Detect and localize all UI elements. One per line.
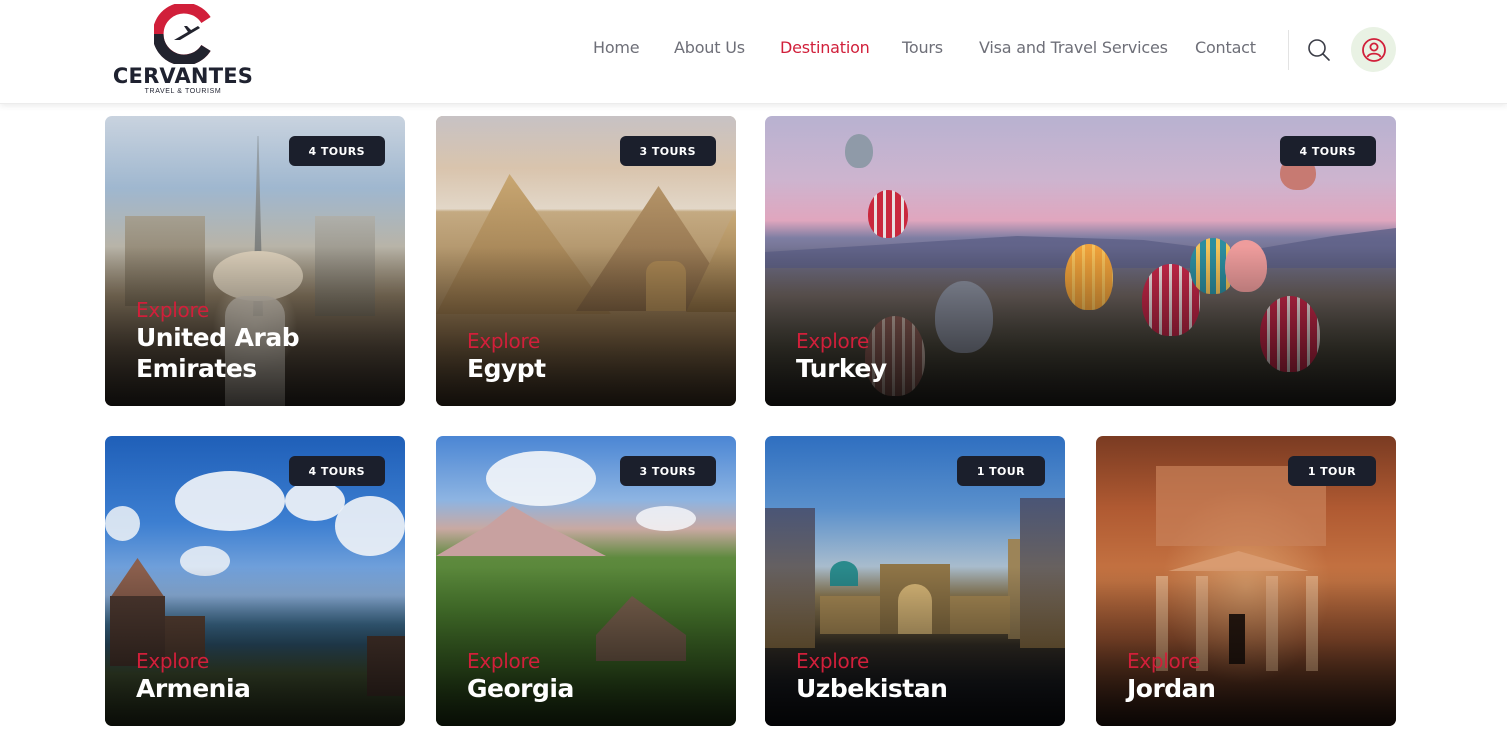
country-name: Armenia — [136, 674, 251, 703]
user-icon — [1361, 37, 1386, 62]
tour-count-badge: 3 TOURS — [619, 456, 716, 486]
tour-count-badge: 4 TOURS — [288, 136, 385, 166]
country-name: United Arab Emirates — [136, 323, 300, 383]
country-name: Turkey — [796, 354, 887, 383]
site-header: CERVANTES TRAVEL & TOURISM Home About Us… — [0, 0, 1507, 104]
destination-card-uae[interactable]: 4 TOURS Explore United Arab Emirates — [105, 116, 405, 406]
card-caption: Explore Egypt — [467, 330, 716, 384]
destination-card-armenia[interactable]: 4 TOURS Explore Armenia — [105, 436, 405, 726]
explore-label: Explore — [796, 329, 869, 353]
explore-label: Explore — [467, 329, 540, 353]
card-caption: Explore United Arab Emirates — [136, 299, 385, 384]
nav-about-us[interactable]: About Us — [674, 38, 745, 57]
tour-count-badge: 1 TOUR — [956, 456, 1045, 486]
explore-label: Explore — [796, 649, 869, 673]
nav-visa-travel-services[interactable]: Visa and Travel Services — [979, 38, 1168, 57]
destination-card-turkey[interactable]: 4 TOURS Explore Turkey — [765, 116, 1396, 406]
card-caption: Explore Armenia — [136, 650, 385, 704]
card-caption: Explore Uzbekistan — [796, 650, 1045, 704]
tour-count-badge: 3 TOURS — [619, 136, 716, 166]
nav-home[interactable]: Home — [593, 38, 640, 57]
country-name: Uzbekistan — [796, 674, 948, 703]
destination-card-jordan[interactable]: 1 TOUR Explore Jordan — [1096, 436, 1396, 726]
search-button[interactable] — [1305, 36, 1333, 64]
card-caption: Explore Georgia — [467, 650, 716, 704]
destination-card-uzbekistan[interactable]: 1 TOUR Explore Uzbekistan — [765, 436, 1065, 726]
nav-tours[interactable]: Tours — [902, 38, 943, 57]
explore-label: Explore — [1127, 649, 1200, 673]
brand-logo[interactable]: CERVANTES TRAVEL & TOURISM — [110, 2, 260, 98]
card-caption: Explore Jordan — [1127, 650, 1376, 704]
card-caption: Explore Turkey — [796, 330, 1376, 384]
destination-card-georgia[interactable]: 3 TOURS Explore Georgia — [436, 436, 736, 726]
nav-contact[interactable]: Contact — [1195, 38, 1256, 57]
search-icon — [1308, 39, 1330, 61]
brand-name: CERVANTES — [112, 64, 254, 88]
nav-destination[interactable]: Destination — [780, 38, 870, 57]
explore-label: Explore — [136, 649, 209, 673]
plane-c-logo-icon — [154, 4, 211, 64]
tour-count-badge: 1 TOUR — [1287, 456, 1376, 486]
user-account-button[interactable] — [1351, 27, 1396, 72]
explore-label: Explore — [467, 649, 540, 673]
country-name: Egypt — [467, 354, 546, 383]
tour-count-badge: 4 TOURS — [288, 456, 385, 486]
brand-tagline: TRAVEL & TOURISM — [144, 88, 222, 95]
country-name: Georgia — [467, 674, 574, 703]
explore-label: Explore — [136, 298, 209, 322]
nav-divider — [1288, 30, 1289, 70]
tour-count-badge: 4 TOURS — [1279, 136, 1376, 166]
country-name: Jordan — [1127, 674, 1216, 703]
destination-card-egypt[interactable]: 3 TOURS Explore Egypt — [436, 116, 736, 406]
